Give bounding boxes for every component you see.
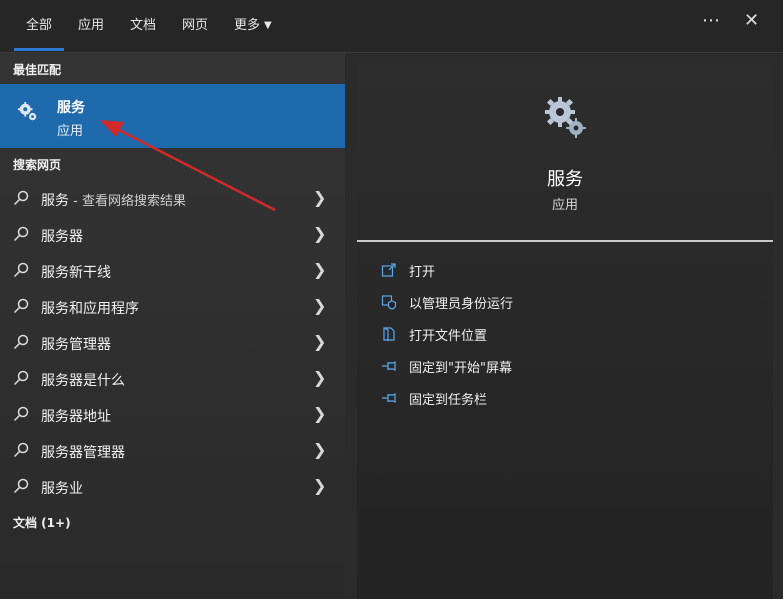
best-match-type: 应用 [57,124,84,139]
web-result-label: 服务器 [41,229,83,245]
search-icon [13,190,29,206]
chevron-right-icon: ❯ [313,260,327,279]
chevron-right-icon: ❯ [313,404,327,423]
web-result-row[interactable]: 服务管理器 ❯ [0,324,345,360]
pin-icon [382,361,396,371]
search-icon [13,334,29,350]
pin-icon [382,393,396,403]
top-bar: 全部 应用 文档 网页 更多 ▼ ⋯ ✕ [0,0,783,53]
chevron-right-icon: ❯ [313,296,327,315]
web-result-label: 服务器地址 [41,409,111,425]
web-result-row[interactable]: 服务器地址 ❯ [0,396,345,432]
tab-more[interactable]: 更多 ▼ [234,14,272,33]
action-pin-to-taskbar[interactable]: 固定到任务栏 [381,386,741,410]
gear-icon [17,101,37,121]
web-result-row[interactable]: 服务业 ❯ [0,468,345,504]
web-result-label: 服务 - 查看网络搜索结果 [41,193,186,209]
web-result-row[interactable]: 服务器是什么 ❯ [0,360,345,396]
admin-shield-icon [381,295,397,310]
search-icon [13,298,29,314]
close-icon[interactable]: ✕ [744,10,759,31]
web-result-row[interactable]: 服务和应用程序 ❯ [0,288,345,324]
chevron-right-icon: ❯ [313,368,327,387]
action-run-as-admin[interactable]: 以管理员身份运行 [381,290,741,314]
tab-more-label: 更多 [234,18,261,33]
action-label: 固定到"开始"屏幕 [409,361,512,376]
search-icon [13,226,29,242]
web-result-row[interactable]: 服务 - 查看网络搜索结果 ❯ [0,180,345,216]
action-open-file-location[interactable]: 打开文件位置 [381,322,741,346]
open-icon [381,263,396,277]
web-result-label: 服务管理器 [41,337,111,353]
web-result-label: 服务新干线 [41,265,111,281]
search-icon [13,262,29,278]
preview-title: 服务 [547,169,583,190]
search-icon [13,478,29,494]
search-icon [13,442,29,458]
tab-all[interactable]: 全部 [13,14,65,51]
results-panel: 最佳匹配 服务 应用 搜索网页 服务 - 查看网络搜索结果 ❯ 服务器 ❯ 服务… [0,53,345,599]
web-result-label: 服务和应用程序 [41,301,139,317]
action-pin-to-start[interactable]: 固定到"开始"屏幕 [381,354,741,378]
more-options-icon[interactable]: ⋯ [702,10,720,31]
web-result-label: 服务器是什么 [41,373,125,389]
best-match-heading: 最佳匹配 [13,63,62,77]
action-label: 以管理员身份运行 [409,297,514,312]
web-result-row[interactable]: 服务器 ❯ [0,216,345,252]
divider [357,240,773,242]
web-result-label: 服务器管理器 [41,445,125,461]
web-result-row[interactable]: 服务新干线 ❯ [0,252,345,288]
tab-web[interactable]: 网页 [182,14,208,33]
web-result-row[interactable]: 服务器管理器 ❯ [0,432,345,468]
gear-icon [545,97,586,138]
best-match-item[interactable]: 服务 应用 [0,84,345,148]
action-label: 打开文件位置 [409,329,488,344]
chevron-right-icon: ❯ [313,224,327,243]
preview-subtitle: 应用 [551,198,578,213]
action-label: 打开 [409,265,436,280]
search-icon [13,370,29,386]
chevron-right-icon: ❯ [313,476,327,495]
preview-panel: 服务 应用 打开 以管理员身份运行 打开文件位置 固定到"开始"屏幕 固定到任务… [357,64,773,599]
action-label: 固定到任务栏 [409,393,488,408]
chevron-right-icon: ❯ [313,332,327,351]
documents-heading[interactable]: 文档 (1+) [13,514,71,531]
search-icon [13,406,29,422]
best-match-name: 服务 [57,100,85,116]
web-result-label: 服务业 [41,481,83,497]
tab-documents[interactable]: 文档 [130,14,156,33]
web-search-heading: 搜索网页 [13,158,62,172]
chevron-right-icon: ❯ [313,188,327,207]
tab-apps[interactable]: 应用 [78,14,104,33]
chevron-right-icon: ❯ [313,440,327,459]
action-open[interactable]: 打开 [381,258,741,282]
file-location-icon [383,327,395,341]
chevron-down-icon: ▼ [264,20,272,31]
